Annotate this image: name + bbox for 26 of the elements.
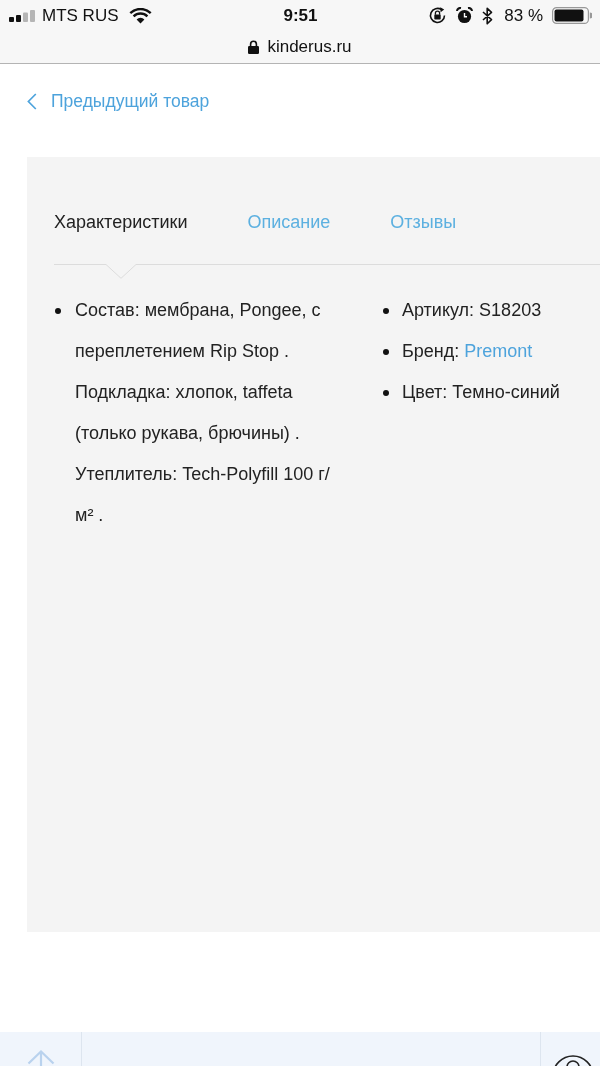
carrier-name: MTS RUS	[42, 5, 119, 26]
spec-text: Цвет: Темно-синий	[402, 381, 560, 404]
bluetooth-icon	[482, 6, 494, 25]
tab[interactable]: Отзывы	[390, 211, 457, 233]
user-icon[interactable]	[552, 1055, 594, 1066]
url-text[interactable]: kinderus.ru	[267, 37, 352, 57]
bullet-icon	[383, 389, 389, 396]
signal-bars-icon	[9, 9, 36, 22]
battery-percent: 83 %	[504, 5, 543, 26]
rotation-lock-icon	[428, 6, 448, 25]
wifi-icon	[128, 7, 152, 24]
spec-text: Артикул: S18203	[402, 299, 542, 322]
lock-icon	[248, 40, 260, 54]
battery-icon	[552, 7, 592, 24]
brand-link[interactable]: Premont	[464, 341, 533, 361]
previous-product-link[interactable]: Предыдущий товар	[27, 90, 210, 112]
spec-text: Состав: мембрана, Pongee, с переплетением Rip Stop . Подкладка: хлопок, taffeta (только рукава, брючины) . Утеплитель: Tech-Polyfill 100 г/м² .	[75, 299, 331, 527]
bullet-icon	[383, 348, 389, 355]
spec-label: Бренд:	[402, 341, 460, 361]
tab[interactable]: Описание	[247, 211, 331, 233]
chevron-left-icon	[27, 92, 37, 110]
tab[interactable]: Характеристики	[54, 211, 188, 233]
bullet-icon	[383, 307, 389, 314]
bullet-icon	[55, 307, 61, 314]
alarm-clock-icon	[456, 7, 474, 24]
clock-time: 9:51	[283, 5, 318, 26]
